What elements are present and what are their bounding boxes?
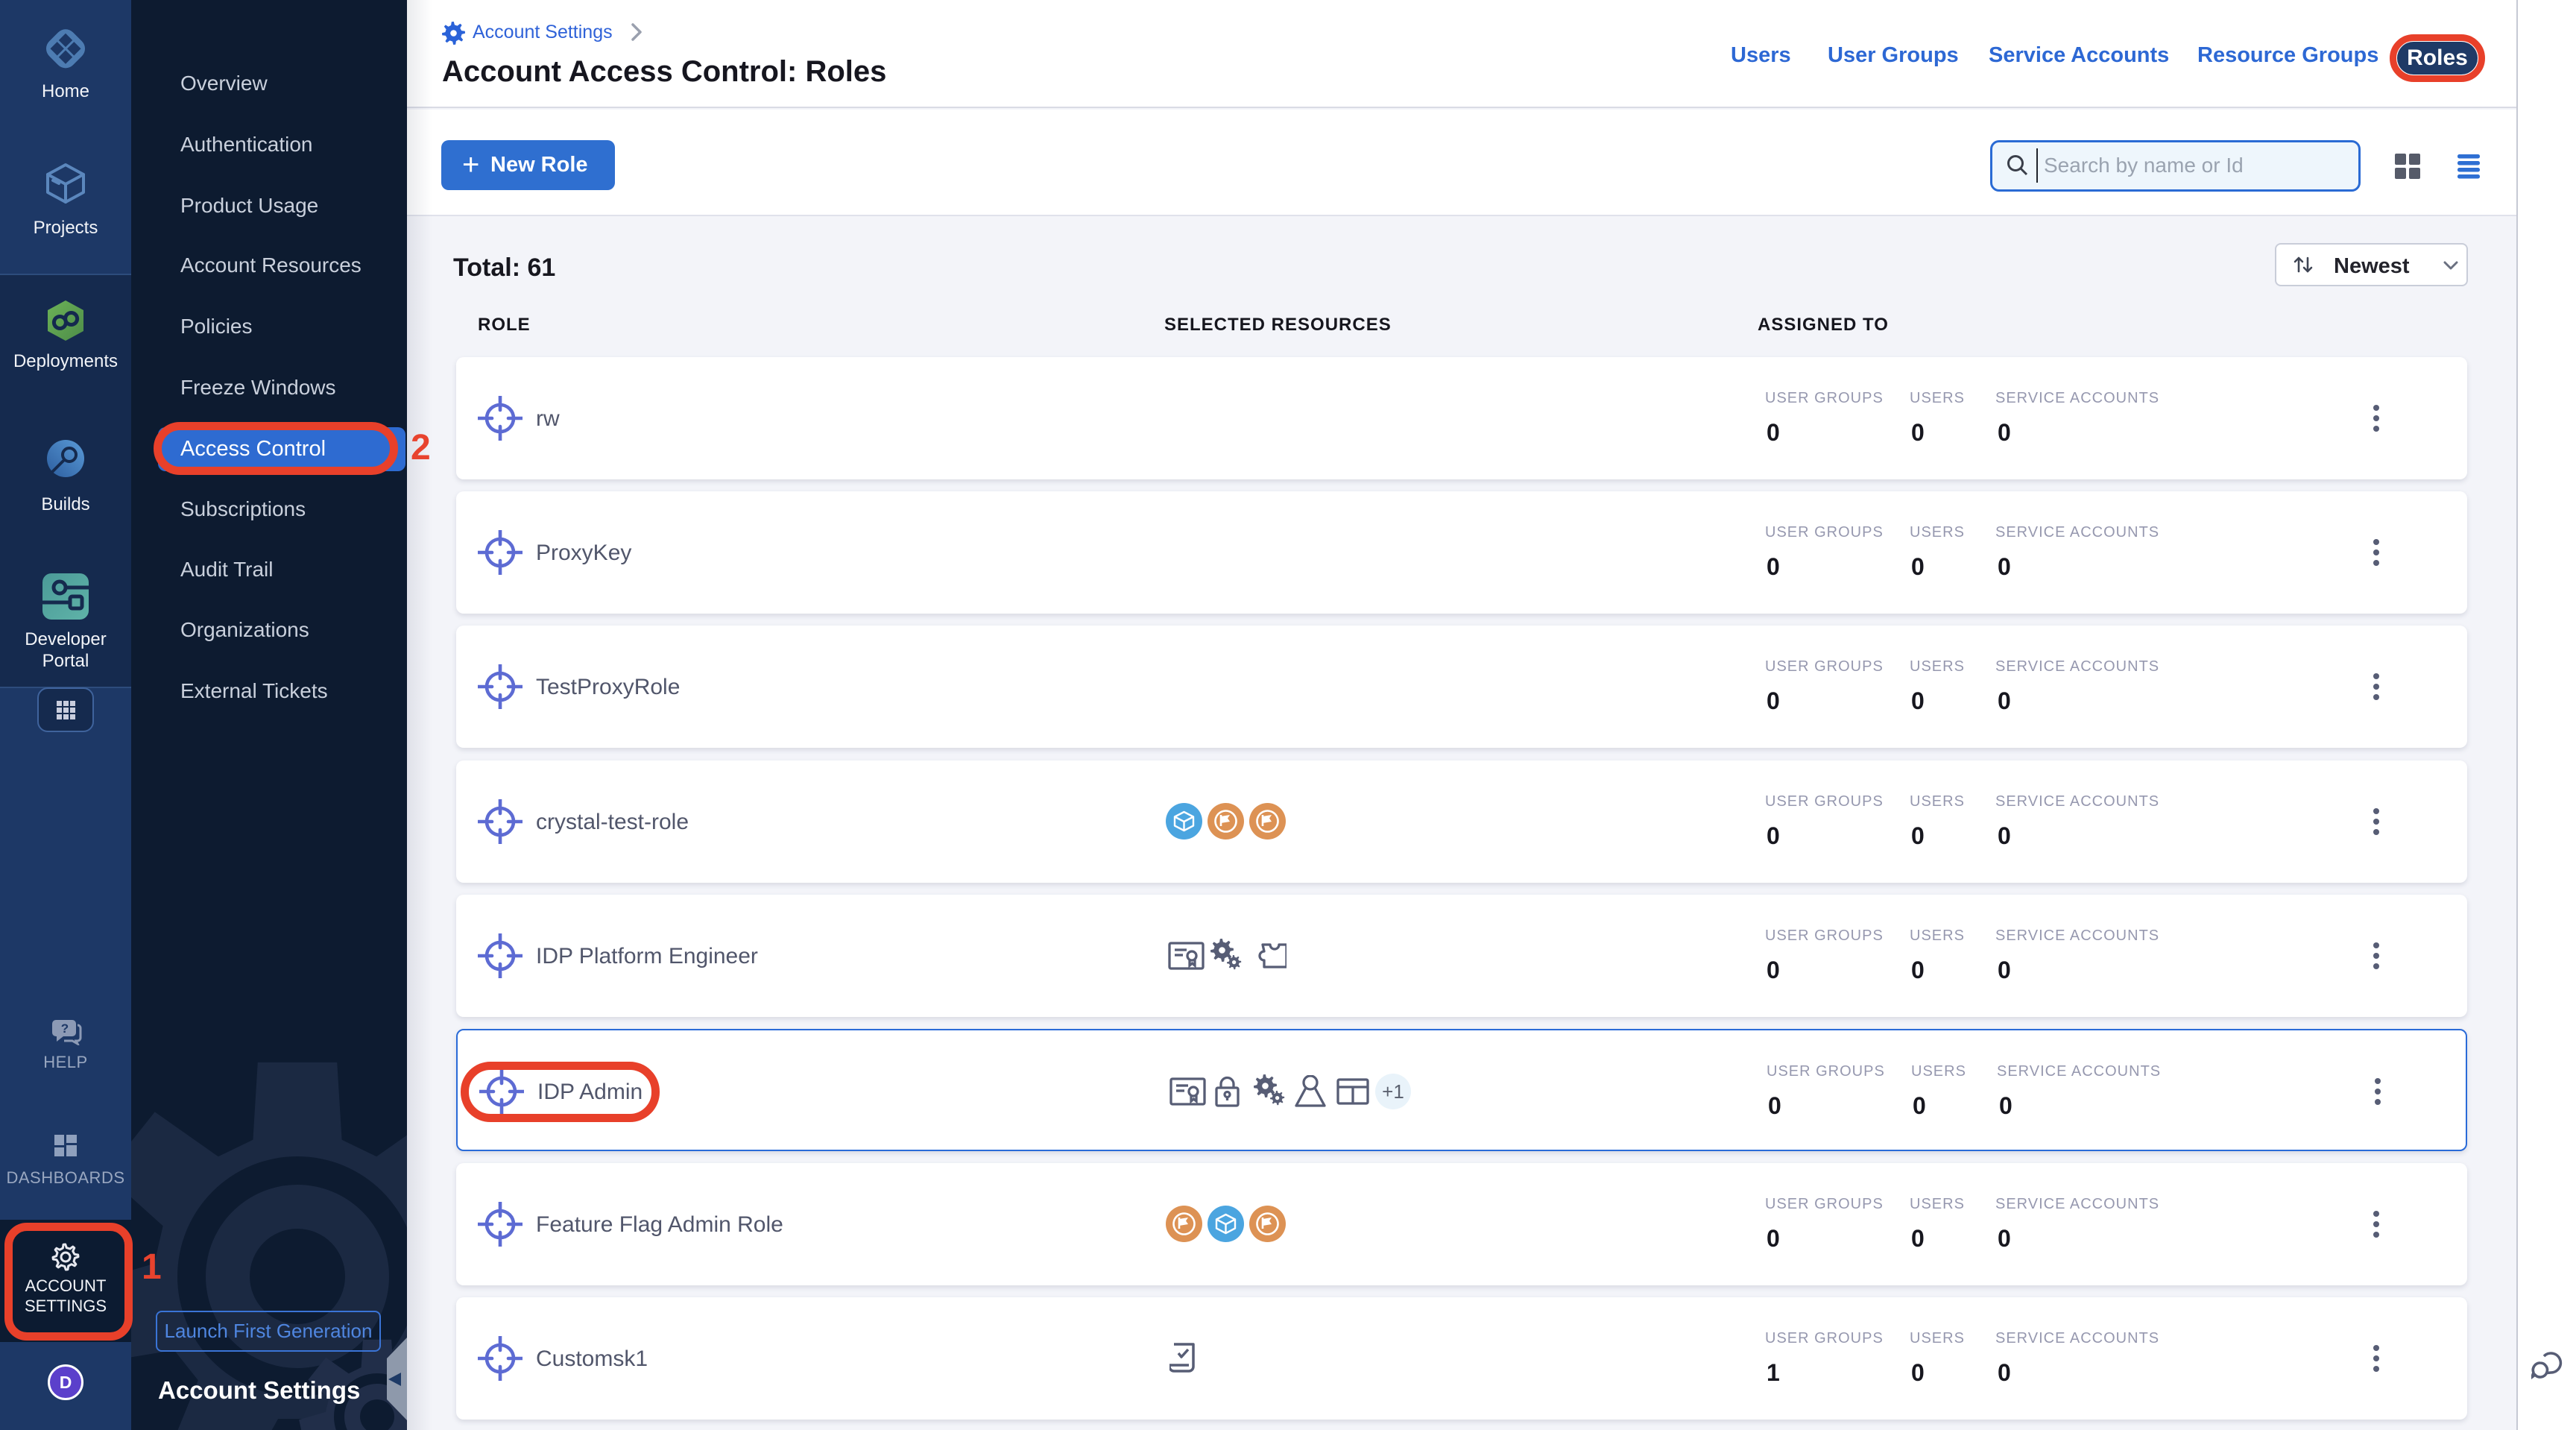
- svg-text:?: ?: [61, 1021, 69, 1036]
